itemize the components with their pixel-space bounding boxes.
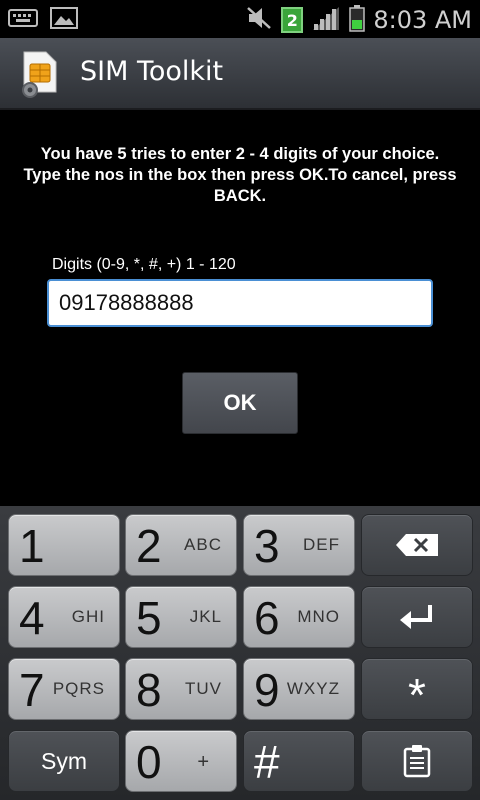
gallery-icon [50,6,78,34]
key-4[interactable]: 4 GHI [8,586,120,648]
key-letters: GHI [71,607,105,626]
key-2[interactable]: 2 ABC [125,514,237,576]
title-bar: SIM Toolkit [0,38,480,110]
key-0[interactable]: 0 + [125,730,237,792]
key-6[interactable]: 6 MNO [243,586,355,648]
mute-icon [245,5,273,35]
key-digit: 0 [136,736,162,788]
status-bar: 2 8:03 AM [0,0,480,38]
key-letters: MNO [297,607,340,626]
backspace-icon [362,515,472,575]
key-9[interactable]: 9 WXYZ [243,658,355,720]
key-digit: 9 [254,664,280,716]
key-letters: TUV [185,679,222,698]
key-7[interactable]: 7 PQRS [8,658,120,720]
key-1[interactable]: 1 [8,514,120,576]
key-5[interactable]: 5 JKL [125,586,237,648]
digits-input[interactable]: 09178888888 [47,279,433,327]
key-letters: WXYZ [286,679,340,698]
enter-icon [362,587,472,647]
battery-icon [349,4,366,36]
backspace-key[interactable] [361,514,473,576]
clipboard-key[interactable] [361,730,473,792]
key-digit: 6 [254,592,280,644]
key-letters: PQRS [52,679,105,698]
clipboard-icon [362,731,472,791]
key-plus: + [197,751,210,773]
ok-button[interactable]: OK [182,372,298,434]
key-digit: 2 [136,520,162,572]
key-3[interactable]: 3 DEF [243,514,355,576]
key-digit: 4 [19,592,45,644]
numeric-keyboard: 1 2 ABC 3 DEF 4 GHI 5 JKL 6 MNO 7 PQRS 8… [0,506,480,800]
key-hash[interactable]: # [243,730,355,792]
key-digit: 5 [136,592,162,644]
enter-key[interactable] [361,586,473,648]
sim-toolkit-icon [16,48,66,100]
app-title: SIM Toolkit [80,56,224,87]
key-digit: 7 [19,664,45,716]
sim-number-badge: 2 [281,7,304,33]
sym-label: Sym [41,747,87,774]
star-key[interactable]: * [361,658,473,721]
clock: 8:03 AM [373,6,472,34]
key-8[interactable]: 8 TUV [125,658,237,720]
sym-key[interactable]: Sym [8,730,120,792]
key-digit: # [254,736,280,788]
key-letters: JKL [189,607,222,626]
key-digit: 8 [136,664,162,716]
key-digit: 3 [254,520,280,572]
key-letters: DEF [303,535,340,554]
input-label: Digits (0-9, *, #, +) 1 - 120 [52,256,236,273]
star-label: * [408,669,426,721]
keyboard-icon [8,7,38,33]
key-letters: ABC [184,535,222,554]
key-digit: 1 [19,520,45,572]
prompt-message: You have 5 tries to enter 2 - 4 digits o… [23,145,457,205]
signal-icon [311,5,341,35]
